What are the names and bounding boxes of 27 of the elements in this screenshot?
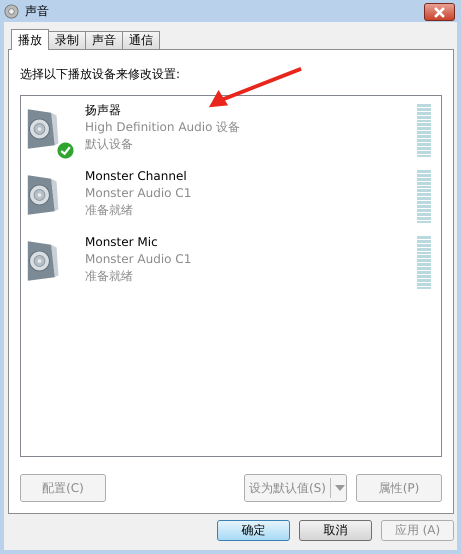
close-button[interactable] xyxy=(424,3,455,21)
speaker-icon xyxy=(4,4,19,18)
device-name: 扬声器 xyxy=(85,102,122,119)
dialog-button[interactable]: 取消 xyxy=(299,520,372,541)
device-row[interactable]: Monster Channel Monster Audio C1 准备就绪 xyxy=(25,168,431,224)
level-meter xyxy=(417,236,431,290)
dialog-button[interactable]: 确定 xyxy=(217,520,290,541)
tab[interactable]: 播放 xyxy=(11,29,49,50)
window-title: 声音 xyxy=(25,2,50,20)
device-name: Monster Mic xyxy=(85,234,159,251)
device-row[interactable]: Monster Mic Monster Audio C1 准备就绪 xyxy=(25,234,431,290)
dropdown-icon xyxy=(334,485,345,491)
level-meter xyxy=(417,104,431,158)
device-driver: Monster Audio C1 xyxy=(85,251,192,268)
device-driver: Monster Audio C1 xyxy=(85,185,192,202)
device-status: 准备就绪 xyxy=(85,202,134,219)
device-driver: High Definition Audio 设备 xyxy=(85,119,242,136)
close-icon xyxy=(434,6,445,18)
instruction-text: 选择以下播放设备来修改设置: xyxy=(20,66,182,83)
tab[interactable]: 录制 xyxy=(48,31,86,49)
device-status: 准备就绪 xyxy=(85,268,134,285)
device-name: Monster Channel xyxy=(85,168,188,185)
tab[interactable]: 通信 xyxy=(122,31,160,49)
level-meter xyxy=(417,170,431,224)
device-status: 默认设备 xyxy=(85,136,134,153)
tab[interactable]: 声音 xyxy=(85,31,123,49)
device-row[interactable]: 扬声器 High Definition Audio 设备 默认设备 xyxy=(25,102,431,158)
